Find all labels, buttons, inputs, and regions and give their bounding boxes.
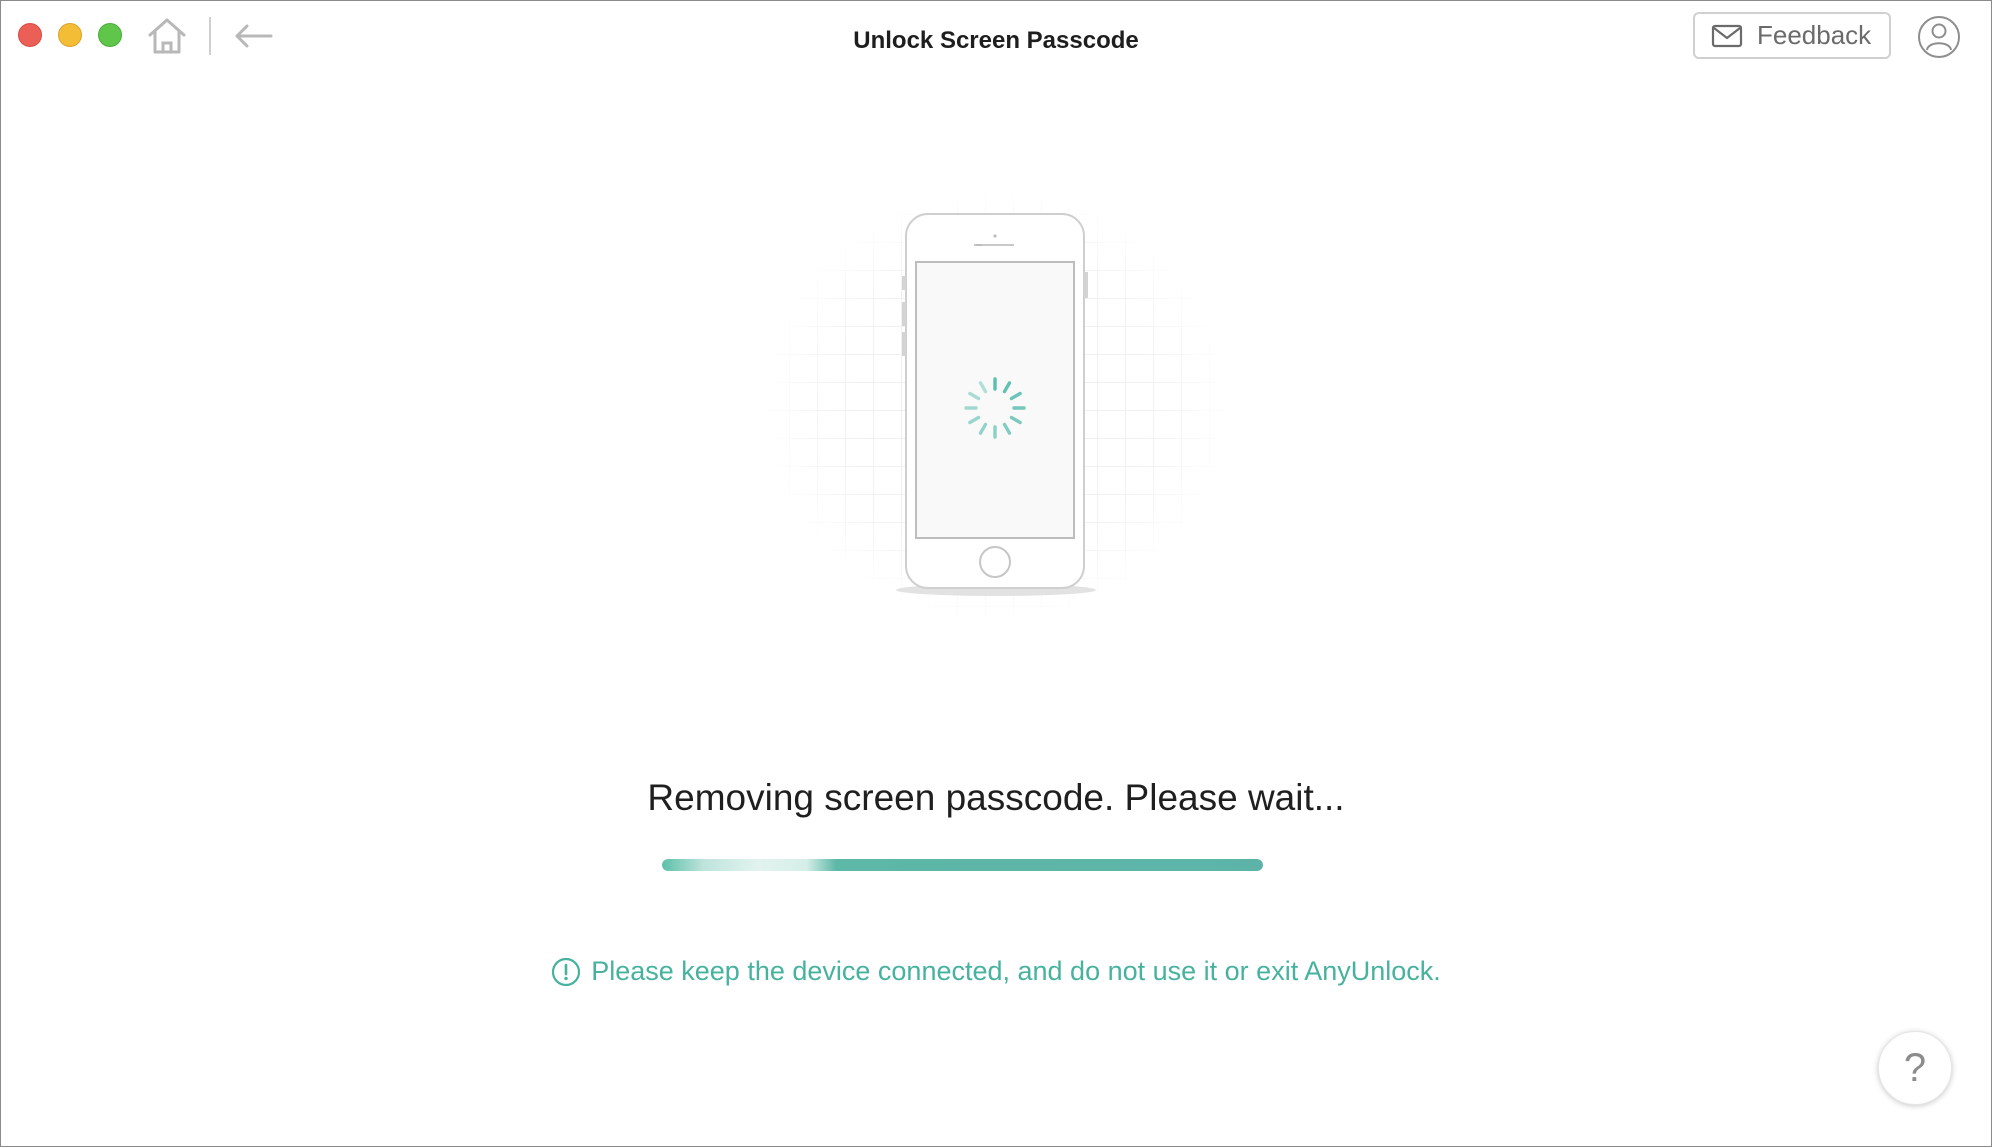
exclamation-circle-icon <box>552 957 581 986</box>
help-button[interactable]: ? <box>1878 1031 1952 1105</box>
help-label: ? <box>1903 1045 1927 1090</box>
account-button[interactable] <box>1917 15 1961 59</box>
status-message: Removing screen passcode. Please wait... <box>647 777 1345 818</box>
mail-icon <box>1711 24 1743 47</box>
iphone-loading-illustration <box>761 186 1231 626</box>
warning-notice: Please keep the device connected, and do… <box>1 956 1991 987</box>
warning-text: Please keep the device connected, and do… <box>591 956 1441 986</box>
app-window: Unlock Screen Passcode Feedback Removing… <box>0 0 1992 1147</box>
progress-bar-fill <box>662 859 1263 871</box>
user-icon <box>1918 16 1960 58</box>
progress-bar <box>662 859 1263 871</box>
feedback-label: Feedback <box>1757 20 1872 50</box>
feedback-button[interactable]: Feedback <box>1693 12 1891 59</box>
title-bar: Unlock Screen Passcode Feedback <box>1 1 1991 81</box>
